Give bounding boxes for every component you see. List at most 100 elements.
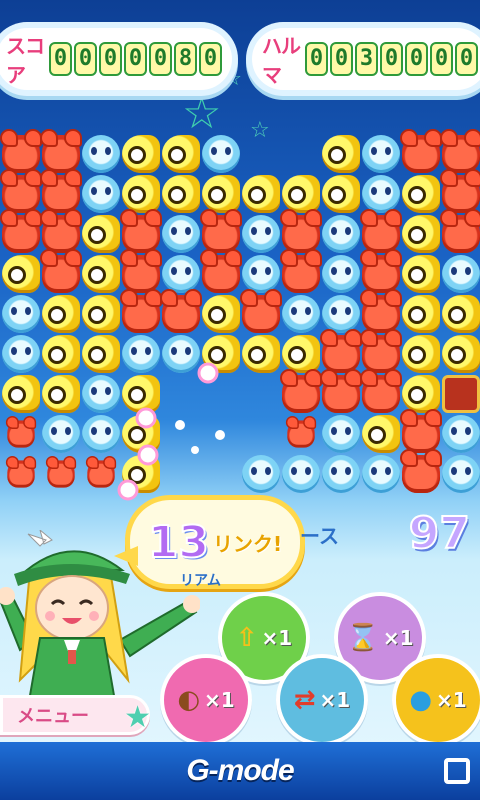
fish-piece[interactable] — [402, 255, 440, 293]
fish-piece[interactable] — [82, 295, 120, 333]
crab-piece[interactable] — [360, 209, 402, 253]
puffer-piece[interactable] — [162, 215, 200, 253]
crab-piece[interactable] — [360, 329, 402, 373]
fish-piece[interactable] — [162, 175, 200, 213]
crab-piece[interactable] — [360, 289, 402, 333]
puffer-piece[interactable] — [322, 295, 360, 333]
puffer-piece[interactable] — [322, 215, 360, 253]
crab-piece[interactable] — [120, 249, 162, 293]
crab-piece[interactable] — [0, 129, 42, 173]
crab-piece[interactable] — [360, 249, 402, 293]
crab-piece[interactable] — [240, 289, 282, 333]
puffer-piece[interactable] — [162, 255, 200, 293]
crab-piece[interactable] — [40, 209, 82, 253]
puffer-piece[interactable] — [322, 455, 360, 493]
crab-piece[interactable] — [440, 209, 480, 253]
treasure-chest-icon[interactable] — [442, 375, 480, 413]
crab-piece[interactable] — [285, 416, 317, 448]
crab-piece[interactable] — [400, 409, 442, 453]
puffer-piece[interactable] — [322, 415, 360, 453]
puffer-piece[interactable] — [362, 455, 400, 493]
puffer-piece[interactable] — [242, 255, 280, 293]
crab-piece[interactable] — [280, 369, 322, 413]
star-icon: ★ — [124, 700, 151, 735]
fish-piece[interactable] — [282, 175, 320, 213]
hiscore-digit: 0 — [330, 42, 353, 76]
item-count: ×1 — [319, 688, 351, 712]
item-swap-button[interactable]: ⇄ ×1 — [276, 654, 368, 746]
hiscore-digit: 0 — [405, 42, 428, 76]
link-node — [137, 444, 159, 466]
fish-piece[interactable] — [442, 335, 480, 373]
crab-piece[interactable] — [400, 449, 442, 493]
crab-piece[interactable] — [440, 129, 480, 173]
crab-piece[interactable] — [45, 456, 77, 488]
puffer-piece[interactable] — [442, 255, 480, 293]
fish-piece[interactable] — [122, 175, 160, 213]
brand-logo: G-mode — [186, 754, 294, 787]
puffer-piece[interactable] — [362, 135, 400, 173]
puffer-piece[interactable] — [82, 135, 120, 173]
crab-piece[interactable] — [200, 249, 242, 293]
fish-piece[interactable] — [42, 375, 80, 413]
puffer-piece[interactable] — [442, 415, 480, 453]
puffer-piece[interactable] — [282, 455, 320, 493]
puffer-piece[interactable] — [2, 335, 40, 373]
puffer-piece[interactable] — [242, 215, 280, 253]
crab-piece[interactable] — [40, 169, 82, 213]
crab-piece[interactable] — [120, 289, 162, 333]
crab-piece[interactable] — [5, 416, 37, 448]
item-bubble-button[interactable]: ● ×1 — [392, 654, 480, 746]
fish-piece[interactable] — [442, 295, 480, 333]
crab-piece[interactable] — [400, 129, 442, 173]
fish-piece[interactable] — [82, 215, 120, 253]
fish-piece[interactable] — [362, 415, 400, 453]
bag-icon: ◐ — [177, 685, 200, 715]
fish-piece[interactable] — [402, 375, 440, 413]
puffer-piece[interactable] — [362, 175, 400, 213]
crab-piece[interactable] — [0, 169, 42, 213]
puffer-piece[interactable] — [322, 255, 360, 293]
fish-piece[interactable] — [122, 135, 160, 173]
hiscore-digit: 3 — [355, 42, 378, 76]
crab-piece[interactable] — [5, 456, 37, 488]
puffer-piece[interactable] — [42, 415, 80, 453]
fish-piece[interactable] — [402, 295, 440, 333]
crab-piece[interactable] — [0, 209, 42, 253]
fish-piece[interactable] — [322, 135, 360, 173]
fish-piece[interactable] — [42, 335, 80, 373]
fish-piece[interactable] — [2, 255, 40, 293]
puffer-piece[interactable] — [282, 295, 320, 333]
fish-piece[interactable] — [242, 175, 280, 213]
puffer-piece[interactable] — [202, 135, 240, 173]
crab-piece[interactable] — [120, 209, 162, 253]
item-bag-button[interactable]: ◐ ×1 — [160, 654, 252, 746]
crab-piece[interactable] — [160, 289, 202, 333]
crab-piece[interactable] — [280, 249, 322, 293]
fish-piece[interactable] — [202, 175, 240, 213]
puffer-piece[interactable] — [2, 295, 40, 333]
crab-piece[interactable] — [320, 329, 362, 373]
fish-piece[interactable] — [82, 255, 120, 293]
fish-piece[interactable] — [162, 135, 200, 173]
crab-piece[interactable] — [40, 249, 82, 293]
puffer-piece[interactable] — [82, 175, 120, 213]
crab-piece[interactable] — [360, 369, 402, 413]
item-count: ×1 — [204, 688, 235, 712]
menu-button[interactable]: メニュー ★ — [0, 695, 151, 735]
crab-piece[interactable] — [320, 369, 362, 413]
crab-piece[interactable] — [440, 169, 480, 213]
fish-piece[interactable] — [2, 375, 40, 413]
fish-piece[interactable] — [402, 215, 440, 253]
fish-piece[interactable] — [282, 335, 320, 373]
crab-piece[interactable] — [280, 209, 322, 253]
fish-piece[interactable] — [202, 295, 240, 333]
crab-piece[interactable] — [200, 209, 242, 253]
fish-piece[interactable] — [42, 295, 80, 333]
crab-piece[interactable] — [40, 129, 82, 173]
fish-piece[interactable] — [402, 175, 440, 213]
fish-piece[interactable] — [322, 175, 360, 213]
fish-piece[interactable] — [402, 335, 440, 373]
puffer-piece[interactable] — [442, 455, 480, 493]
score-digit: 0 — [124, 42, 147, 76]
